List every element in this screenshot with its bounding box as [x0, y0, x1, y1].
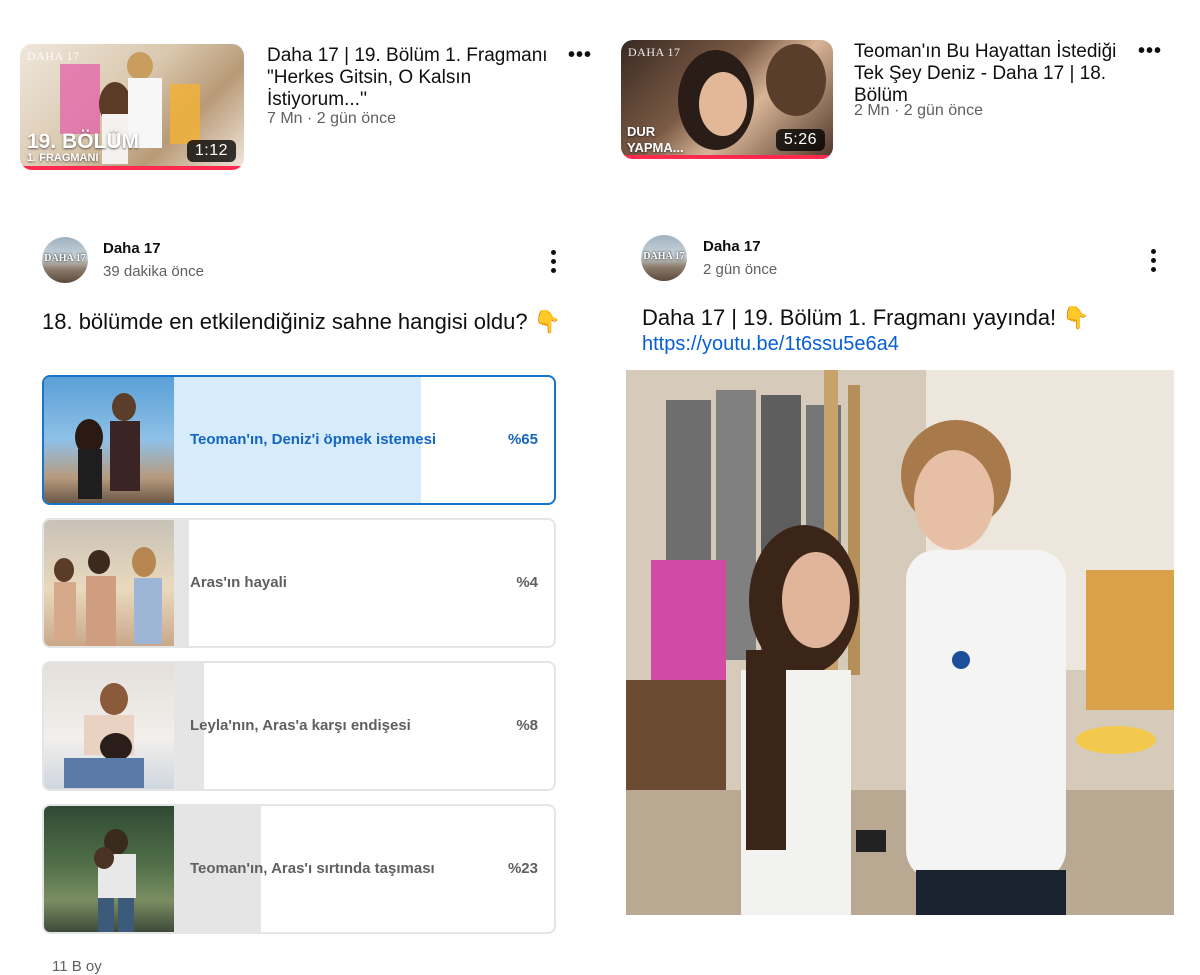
poll-option-bar [174, 520, 189, 646]
brand-watermark: DAHA 17 [27, 49, 80, 63]
post-time: 2 gün önce [703, 261, 778, 278]
poll-option-4[interactable]: Teoman'ın, Aras'ı sırtında taşıması %23 [42, 804, 556, 934]
video-meta-1: 7 Mn · 2 gün önce [267, 110, 396, 127]
watch-progress-bar [20, 166, 244, 170]
thumbnail-overlay-subtitle: 1. FRAGMANI [27, 152, 99, 164]
poll-option-label: Leyla'nın, Aras'a karşı endişesi [190, 717, 411, 734]
video-title-1[interactable]: Daha 17 | 19. Bölüm 1. Fragmanı "Herkes … [267, 45, 562, 111]
channel-avatar[interactable]: DAHA 17 [641, 235, 687, 281]
poll-vote-count: 11 B oy [52, 958, 102, 975]
video-meta-2: 2 Mn · 2 gün önce [854, 102, 983, 119]
poll-option-2[interactable]: Aras'ın hayali %4 [42, 518, 556, 648]
more-vertical-icon[interactable] [549, 250, 557, 273]
poll-option-percent: %65 [507, 431, 538, 448]
video-thumbnail-1[interactable]: DAHA 17 19. BÖLÜM 1. FRAGMANI 1:12 [20, 44, 244, 170]
poll-option-label: Teoman'ın, Deniz'i öpmek istemesi [190, 431, 437, 448]
post-image[interactable] [626, 370, 1174, 915]
video-thumbnail-2[interactable]: DAHA 17 DUR YAPMA... 5:26 [621, 40, 833, 159]
thumbnail-overlay-title: 19. BÖLÜM [27, 130, 140, 153]
channel-name[interactable]: Daha 17 [103, 240, 161, 257]
poll-question: 18. bölümde en etkilendiğiniz sahne hang… [42, 309, 562, 334]
poll-option-percent: %8 [516, 717, 538, 734]
poll-option-label: Aras'ın hayali [190, 574, 287, 591]
poll-option-image [44, 806, 174, 932]
brand-watermark: DAHA 17 [628, 45, 681, 59]
poll-option-percent: %23 [507, 860, 538, 877]
video-duration: 5:26 [775, 129, 825, 151]
more-vertical-icon[interactable] [1149, 249, 1157, 272]
poll-option-1[interactable]: Teoman'ın, Deniz'i öpmek istemesi %65 [42, 375, 556, 505]
thumbnail-overlay-title: DUR [627, 124, 656, 139]
video-duration: 1:12 [186, 140, 236, 162]
channel-avatar[interactable]: DAHA 17 [42, 237, 88, 283]
poll-option-3[interactable]: Leyla'nın, Aras'a karşı endişesi %8 [42, 661, 556, 791]
more-horizontal-icon[interactable]: ••• [568, 44, 592, 67]
post-link[interactable]: https://youtu.be/1t6ssu5e6a4 [642, 333, 899, 356]
channel-name[interactable]: Daha 17 [703, 238, 761, 255]
poll-option-image [44, 663, 174, 789]
video-title-2[interactable]: Teoman'ın Bu Hayattan İstediği Tek Şey D… [854, 41, 1129, 107]
poll-option-image [44, 377, 174, 503]
post-text: Daha 17 | 19. Bölüm 1. Fragmanı yayında!… [642, 305, 1090, 330]
post-image-scene [626, 370, 1174, 915]
poll-option-image [44, 520, 174, 646]
poll-option-label: Teoman'ın, Aras'ı sırtında taşıması [190, 860, 435, 877]
thumbnail-overlay-subtitle: YAPMA... [627, 140, 684, 155]
post-time: 39 dakika önce [103, 263, 204, 280]
more-horizontal-icon[interactable]: ••• [1138, 40, 1162, 63]
poll-option-percent: %4 [516, 574, 538, 591]
watch-progress-bar [621, 155, 833, 159]
